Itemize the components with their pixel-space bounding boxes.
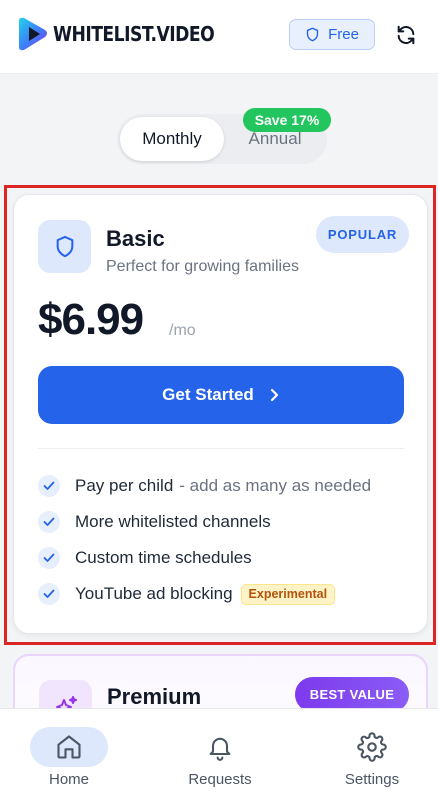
nav-icon-container: [30, 727, 108, 767]
nav-label: Settings: [344, 771, 400, 788]
highlight-box: [4, 185, 436, 645]
nav-item-home[interactable]: Home: [9, 709, 129, 793]
plan-name: Premium: [107, 684, 202, 709]
app-header: WHITELIST.VIDEO Free: [0, 0, 438, 74]
nav-label: Requests: [188, 771, 252, 788]
brand-logo[interactable]: WHITELIST.VIDEO: [16, 16, 241, 52]
play-logo-icon: [19, 17, 47, 51]
refresh-icon: [397, 25, 415, 45]
bottom-nav: Home Requests Settings: [0, 708, 438, 793]
monthly-option[interactable]: Monthly: [120, 117, 224, 161]
best-value-badge: BEST VALUE: [295, 677, 409, 712]
nav-item-settings[interactable]: Settings: [312, 709, 432, 793]
nav-icon-container: [181, 727, 259, 767]
shield-icon: [306, 27, 319, 42]
refresh-button[interactable]: [393, 22, 419, 48]
gear-icon: [357, 732, 387, 762]
nav-item-requests[interactable]: Requests: [160, 709, 280, 793]
home-icon: [57, 735, 81, 759]
bell-icon: [209, 737, 231, 761]
nav-icon-container: [333, 727, 411, 767]
plan-status-chip[interactable]: Free: [289, 19, 375, 50]
brand-name: WHITELIST.VIDEO: [53, 22, 215, 46]
plan-chip-label: Free: [328, 26, 359, 43]
nav-label: Home: [48, 771, 89, 788]
save-badge: Save 17%: [243, 108, 331, 132]
